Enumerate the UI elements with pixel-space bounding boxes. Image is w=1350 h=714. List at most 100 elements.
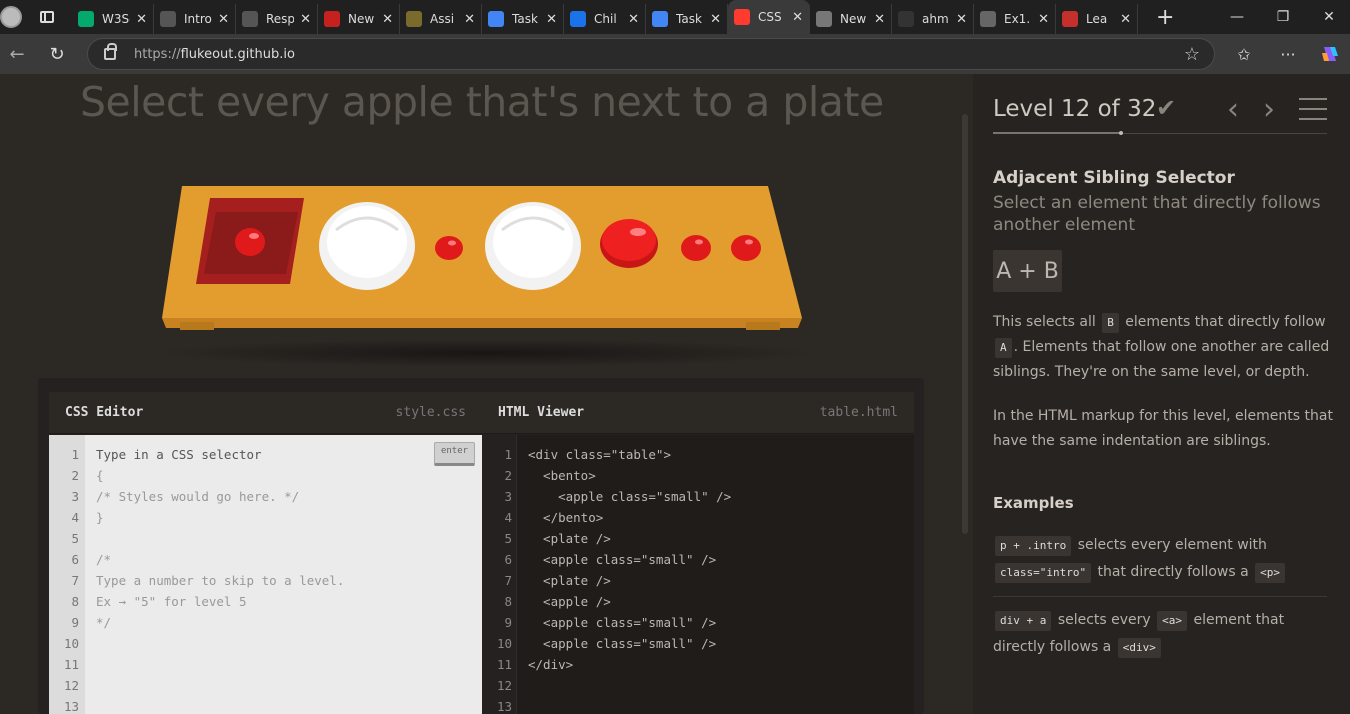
browser-tab[interactable]: Resp ✕: [236, 4, 318, 34]
tab-close-icon[interactable]: ✕: [546, 12, 557, 27]
tab-close-icon[interactable]: ✕: [136, 12, 147, 27]
tab-close-icon[interactable]: ✕: [792, 10, 803, 25]
tab-close-icon[interactable]: ✕: [1038, 12, 1049, 27]
line-number: 13: [496, 699, 512, 714]
example-chip: <div>: [1117, 638, 1161, 658]
previous-level-icon[interactable]: ‹: [1227, 92, 1239, 127]
browser-tab[interactable]: New ✕: [810, 4, 892, 34]
tab-label: Intro: [184, 12, 212, 26]
browser-tab[interactable]: Ex1. ✕: [974, 4, 1056, 34]
examples-divider: [993, 596, 1327, 597]
browser-tab[interactable]: Intro ✕: [154, 4, 236, 34]
contacts-icon: [570, 11, 586, 27]
copilot-icon[interactable]: [1314, 38, 1346, 70]
more-menu-icon[interactable]: ···: [1272, 38, 1304, 70]
address-bar: ← ↻ https://flukeout.github.io ☆ ✩ ···: [0, 34, 1350, 74]
code-line: /*: [96, 552, 112, 567]
selector-title: Select an element that directly follows …: [993, 193, 1321, 235]
desc-chip-b: B: [1102, 313, 1119, 333]
desc-text-2: elements that directly follow: [1125, 314, 1326, 330]
tab-close-icon[interactable]: ✕: [628, 12, 639, 27]
code-line: <div class="table">: [528, 447, 671, 462]
browser-tab[interactable]: New ✕: [318, 4, 400, 34]
line-number: 3: [504, 489, 512, 504]
tab-close-icon[interactable]: ✕: [874, 12, 885, 27]
example-1: p + .intro selects every element with cl…: [993, 532, 1333, 586]
newtab-icon: [816, 11, 832, 27]
browser-tab[interactable]: Lea ✕: [1056, 4, 1138, 34]
html-line-gutter: 1 2 3 4 5 6 7 8 9 10 11 12 13: [482, 435, 517, 714]
game-page: Select every apple that's next to a plat…: [0, 74, 1350, 714]
small-apple-3: [731, 235, 761, 261]
line-number: 8: [504, 594, 512, 609]
line-number: 7: [504, 573, 512, 588]
tab-close-icon[interactable]: ✕: [382, 12, 393, 27]
tab-close-icon[interactable]: ✕: [956, 12, 967, 27]
browser-tab[interactable]: W3Schools ✕: [72, 4, 154, 34]
browser-tab[interactable]: CSS ✕: [728, 0, 810, 34]
examples-heading: Examples: [993, 494, 1074, 512]
url-input[interactable]: https://flukeout.github.io ☆: [87, 38, 1215, 70]
table-leg-right: [746, 322, 780, 330]
css-editor-input[interactable]: 1 2 3 4 5 6 7 8 9 10 11 12 13 Type in a CSS selector…: [49, 435, 482, 714]
html-viewer-header: HTML Viewer table.html: [482, 392, 914, 434]
code-line: */: [96, 615, 112, 630]
tab-label: New: [348, 12, 375, 26]
enter-button[interactable]: enter: [434, 442, 475, 466]
line-number: 5: [71, 531, 79, 546]
desc-text-1: This selects all: [993, 314, 1096, 330]
selector-name: Adjacent Sibling Selector: [993, 168, 1235, 188]
line-number: 6: [71, 552, 79, 567]
new-tab-plus-icon[interactable]: +: [1156, 5, 1174, 30]
code-line: /* Styles would go here. */: [96, 489, 300, 504]
tab-close-icon[interactable]: ✕: [300, 12, 311, 27]
code-line: Type a number to skip to a level.: [96, 573, 345, 588]
next-level-icon[interactable]: ›: [1263, 92, 1275, 127]
flukeout-icon: [734, 9, 750, 25]
browser-tab[interactable]: Assi ✕: [400, 4, 482, 34]
code-line: </bento>: [528, 510, 604, 525]
tab-strip: W3Schools ✕ Intro ✕ Resp ✕ New ✕ Assi ✕ Task ✕ Chil ✕…: [72, 0, 1138, 34]
reload-icon[interactable]: ↻: [40, 37, 74, 71]
example-text: selects every: [1057, 612, 1151, 628]
tab-close-icon[interactable]: ✕: [1120, 12, 1131, 27]
selector-description: This selects all B elements that directl…: [993, 310, 1333, 385]
restore-icon[interactable]: ❐: [1260, 0, 1306, 34]
line-number: 1: [71, 447, 79, 462]
gmail-icon: [324, 11, 340, 27]
tab-label: ahm: [922, 12, 949, 26]
code-line: <apple />: [528, 594, 611, 609]
favorites-icon[interactable]: ✩: [1228, 38, 1260, 70]
line-number: 5: [504, 531, 512, 546]
close-window-icon[interactable]: ✕: [1306, 0, 1350, 34]
html-viewer: 1 2 3 4 5 6 7 8 9 10 11 12 13 <div class="table"> <b…: [482, 435, 914, 714]
page-scrollbar[interactable]: [962, 114, 968, 534]
minimize-icon[interactable]: —: [1214, 0, 1260, 34]
code-line: <plate />: [528, 531, 611, 546]
browser-tab[interactable]: Task ✕: [482, 4, 564, 34]
profile-avatar-icon[interactable]: [0, 6, 22, 28]
lock-icon[interactable]: [104, 43, 117, 60]
docs-icon: [488, 11, 504, 27]
code-line: Type in a CSS selector: [96, 447, 262, 462]
browser-tab-bar: W3Schools ✕ Intro ✕ Resp ✕ New ✕ Assi ✕ Task ✕ Chil ✕…: [0, 0, 1350, 34]
browser-tab[interactable]: ahm ✕: [892, 4, 974, 34]
code-line: <apple class="small" />: [528, 489, 732, 504]
example-chip: p + .intro: [995, 536, 1072, 556]
tab-actions-icon[interactable]: [40, 11, 54, 23]
html-viewer-filename: table.html: [819, 405, 898, 420]
code-line: Ex → "5" for level 5: [96, 594, 247, 609]
tab-close-icon[interactable]: ✕: [218, 12, 229, 27]
browser-tab[interactable]: Chil ✕: [564, 4, 646, 34]
line-number: 12: [496, 678, 512, 693]
level-indicator: Level 12 of 32: [993, 96, 1157, 122]
tab-close-icon[interactable]: ✕: [464, 12, 475, 27]
tab-close-icon[interactable]: ✕: [710, 12, 721, 27]
level-menu-icon[interactable]: [1299, 98, 1327, 120]
back-arrow-icon[interactable]: ←: [0, 37, 34, 71]
line-number: 8: [71, 594, 79, 609]
selector-syntax: A + B: [993, 250, 1062, 292]
browser-tab[interactable]: Task ✕: [646, 4, 728, 34]
example-chip: <p>: [1255, 563, 1286, 583]
favorite-star-icon[interactable]: ☆: [1184, 44, 1200, 65]
